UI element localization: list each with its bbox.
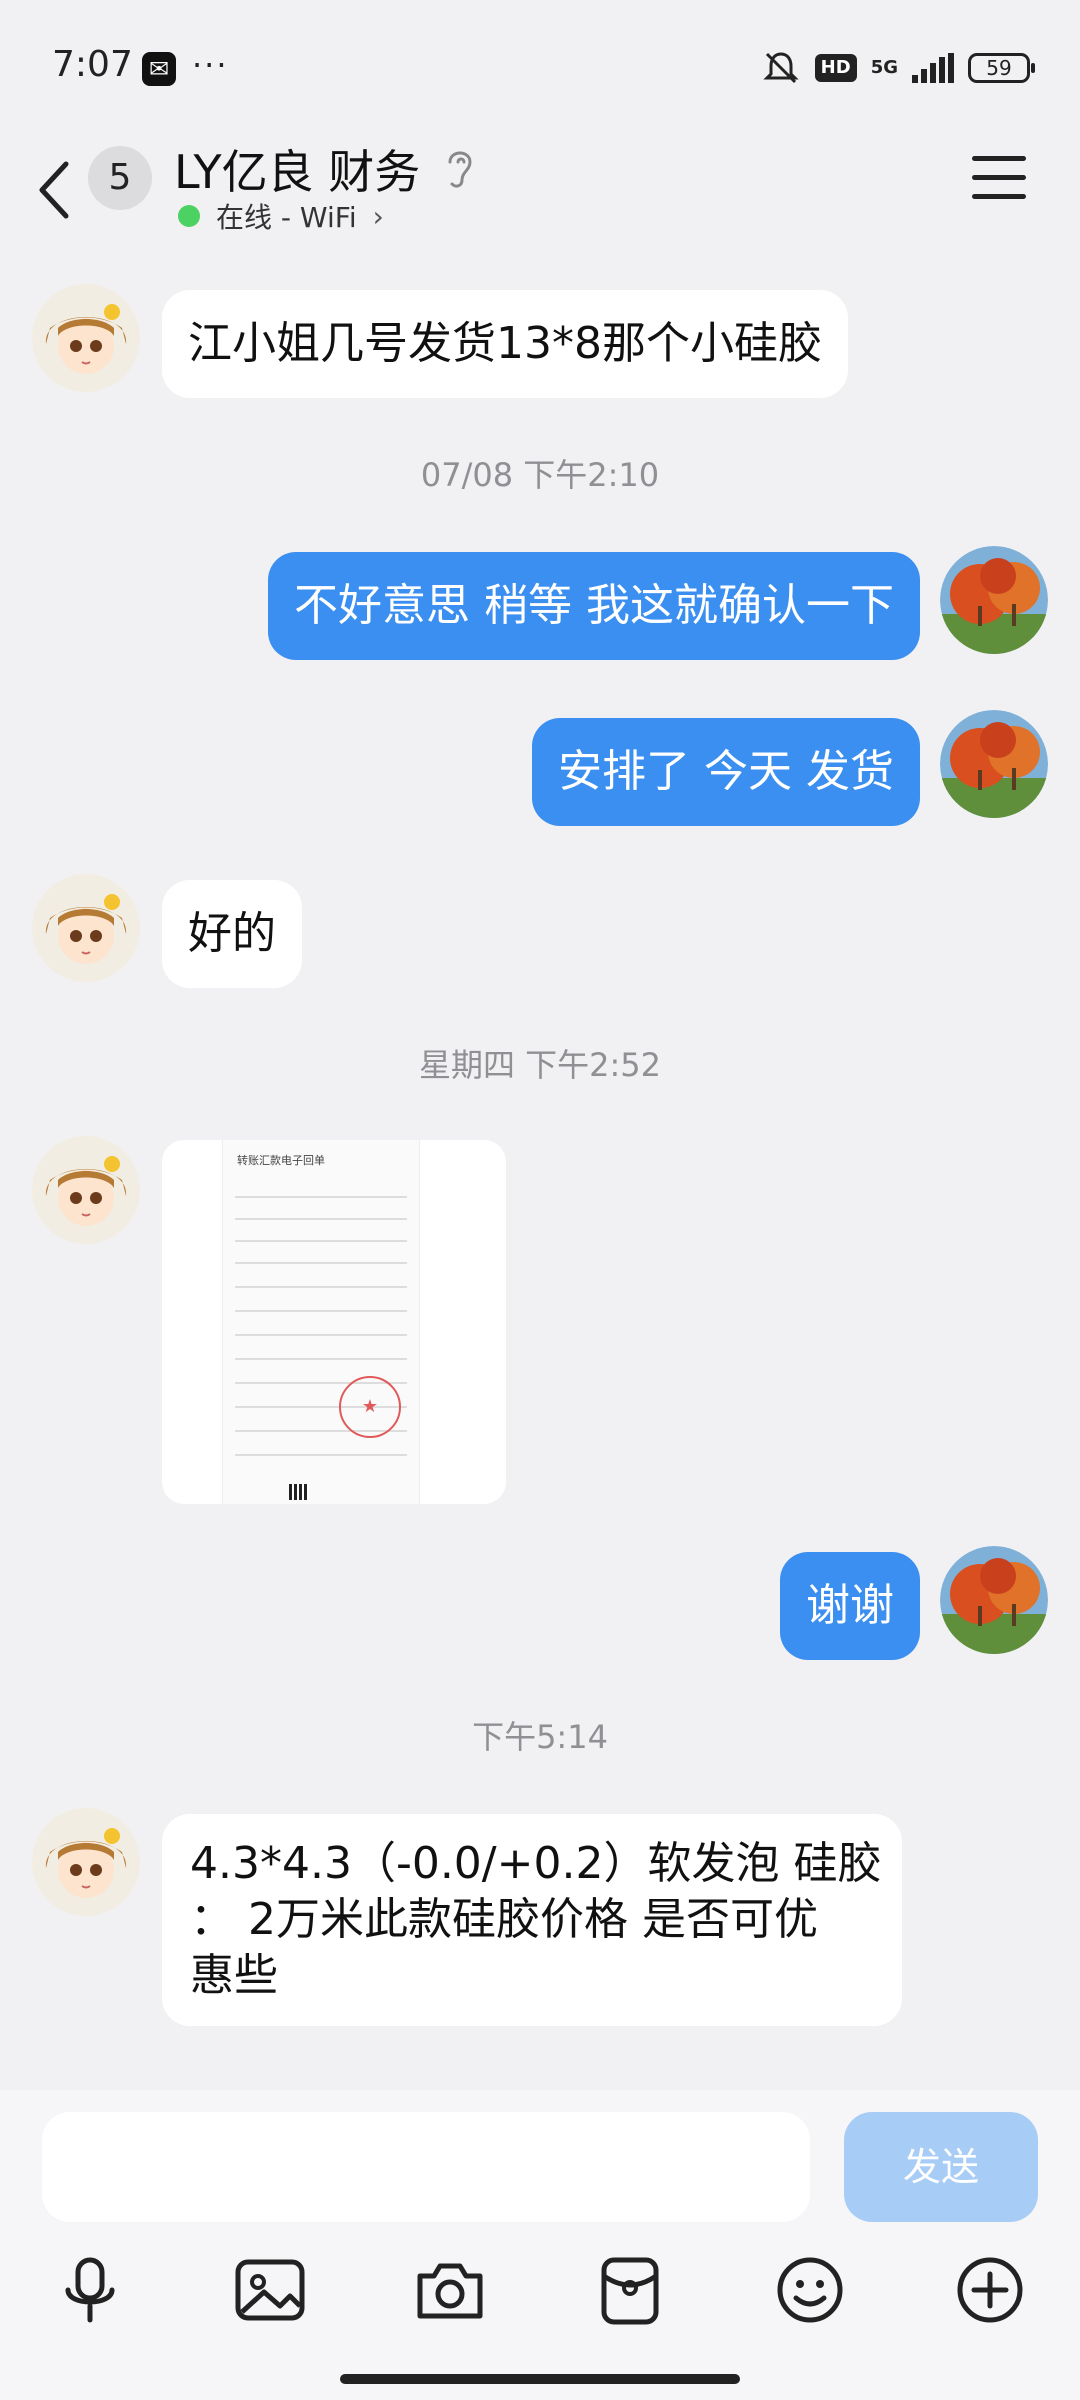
- receipt-line: [235, 1286, 407, 1288]
- back-button[interactable]: [30, 148, 80, 228]
- message-text-line: 4.3*4.3（-0.0/+0.2）软发泡 硅胶: [190, 1838, 882, 1889]
- receipt-line: [235, 1240, 407, 1242]
- receipt-line: [235, 1262, 407, 1264]
- menu-icon-bar: [972, 194, 1026, 199]
- receipt-line: [235, 1218, 407, 1220]
- transfer-receipt-image: 转账汇款电子回单 ★: [222, 1140, 420, 1504]
- message-text-line: 惠些: [190, 1950, 278, 2001]
- message-bubble[interactable]: 好的: [162, 880, 302, 988]
- red-packet-icon[interactable]: [590, 2250, 670, 2330]
- hd-badge: HD: [814, 54, 857, 82]
- message-bubble[interactable]: 安排了 今天 发货: [532, 718, 920, 826]
- receipt-title: 转账汇款电子回单: [237, 1154, 325, 1167]
- contact-avatar[interactable]: [32, 284, 140, 392]
- camera-icon[interactable]: [410, 2250, 490, 2330]
- unread-count-badge[interactable]: 5: [88, 146, 152, 210]
- message-bubble[interactable]: 不好意思 稍等 我这就确认一下: [268, 552, 920, 660]
- menu-icon-bar: [972, 156, 1026, 161]
- time-divider: 07/08 下午2:10: [420, 456, 660, 494]
- red-seal-stamp: ★: [339, 1376, 401, 1438]
- message-text: 安排了 今天 发货: [558, 746, 894, 797]
- my-avatar[interactable]: [940, 546, 1048, 654]
- qr-code: [289, 1484, 309, 1500]
- chevron-right-icon: ›: [372, 199, 384, 233]
- back-arrow-icon: [39, 161, 69, 219]
- image-message[interactable]: 转账汇款电子回单 ★: [162, 1140, 506, 1504]
- online-status-row[interactable]: 在线 - WiFi ›: [178, 196, 384, 236]
- home-indicator[interactable]: [340, 2374, 740, 2384]
- more-notifications-icon: ···: [192, 46, 229, 84]
- message-bubble[interactable]: 江小姐几号发货13*8那个小硅胶: [162, 290, 848, 398]
- receipt-line: [235, 1196, 407, 1198]
- message-input[interactable]: [42, 2112, 810, 2222]
- message-text: 江小姐几号发货13*8那个小硅胶: [188, 318, 822, 369]
- chat-screen: 7:07 ✉ ··· HD 5G 59 5 LY亿良 财务 在线 - WiFi …: [0, 0, 1080, 2400]
- chat-header: 5 LY亿良 财务 在线 - WiFi ›: [0, 130, 1080, 260]
- contact-avatar[interactable]: [32, 1808, 140, 1916]
- menu-button[interactable]: [972, 156, 1026, 204]
- send-button[interactable]: 发送: [844, 2112, 1038, 2222]
- contact-avatar[interactable]: [32, 874, 140, 982]
- my-avatar[interactable]: [940, 710, 1048, 818]
- message-text-line: ： 2万米此款硅胶价格 是否可优: [190, 1894, 818, 1945]
- time-divider: 星期四 下午2:52: [418, 1046, 662, 1084]
- contact-avatar[interactable]: [32, 1136, 140, 1244]
- message-list[interactable]: 江小姐几号发货13*8那个小硅胶 07/08 下午2:10 不好意思 稍等 我这…: [0, 260, 1080, 2090]
- microphone-icon[interactable]: [50, 2250, 130, 2330]
- app-notification-icon: ✉: [142, 52, 176, 86]
- online-dot: [178, 205, 200, 227]
- message-bubble[interactable]: 谢谢: [780, 1552, 920, 1660]
- status-bar: 7:07 ✉ ··· HD 5G 59: [0, 0, 1080, 130]
- battery-icon: 59: [968, 53, 1035, 83]
- status-time: 7:07: [52, 44, 133, 85]
- receipt-line: [235, 1334, 407, 1336]
- mute-bell-icon: [761, 48, 801, 88]
- menu-icon-bar: [972, 175, 1026, 180]
- image-icon[interactable]: [230, 2250, 310, 2330]
- message-bubble[interactable]: 4.3*4.3（-0.0/+0.2）软发泡 硅胶 ： 2万米此款硅胶价格 是否可…: [162, 1814, 902, 2026]
- receipt-line: [235, 1310, 407, 1312]
- network-type: 5G: [870, 57, 898, 78]
- plus-icon[interactable]: [950, 2250, 1030, 2330]
- receipt-line: [235, 1358, 407, 1360]
- input-toolbar: [0, 2250, 1080, 2350]
- online-status-text: 在线 - WiFi: [216, 201, 357, 234]
- time-divider: 下午5:14: [472, 1718, 608, 1756]
- message-text: 谢谢: [806, 1580, 894, 1631]
- emoji-icon[interactable]: [770, 2250, 850, 2330]
- receipt-line: [235, 1454, 407, 1456]
- contact-name[interactable]: LY亿良 财务: [174, 136, 420, 202]
- ear-icon[interactable]: [440, 140, 480, 200]
- signal-icon: [912, 53, 954, 83]
- input-area: 发送: [0, 2090, 1080, 2400]
- message-text: 不好意思 稍等 我这就确认一下: [294, 580, 894, 631]
- my-avatar[interactable]: [940, 1546, 1048, 1654]
- status-indicators: HD 5G 59: [761, 48, 1035, 88]
- message-text: 好的: [188, 908, 276, 959]
